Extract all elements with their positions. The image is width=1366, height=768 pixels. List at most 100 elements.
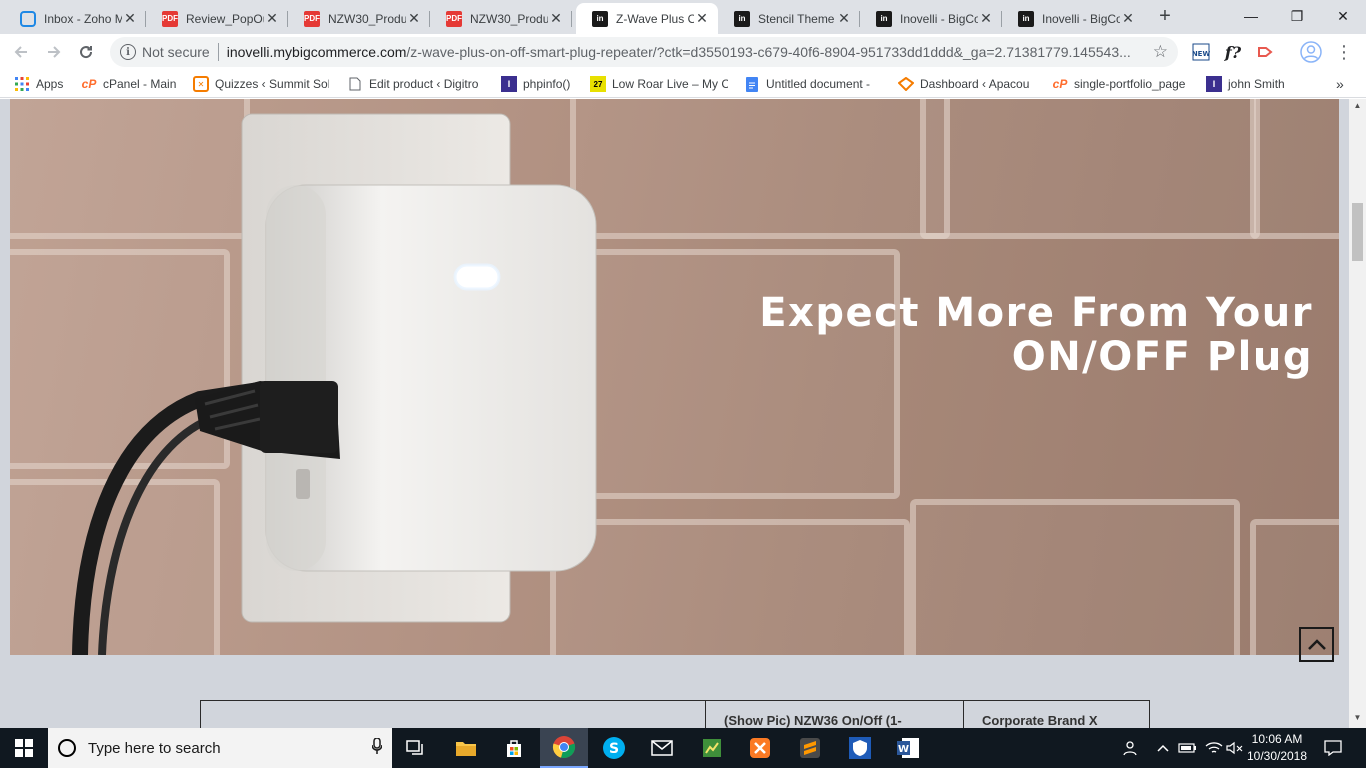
chrome-menu-icon[interactable]: ⋮ [1332,40,1356,64]
back-arrow-icon [14,46,27,58]
bookmark-phpinfo[interactable]: I phpinfo() [501,75,579,93]
people-icon[interactable] [1116,728,1142,768]
scroll-to-top-button[interactable] [1299,627,1334,662]
cpanel-icon: cP [1052,77,1068,91]
page-scrollbar[interactable]: ▲ ▼ [1349,99,1366,728]
inovelli-icon: in [592,10,608,27]
cast-extension-icon[interactable] [1253,40,1277,64]
maximize-button[interactable]: ❐ [1274,0,1320,32]
chevron-up-icon [1307,638,1326,650]
sublime-text-icon[interactable] [786,728,834,768]
browser-tab[interactable]: in Stencil Theme ✕ [718,3,860,34]
microphone-icon[interactable] [362,736,392,759]
system-clock[interactable]: 10:06 AM 10/30/2018 [1242,731,1312,765]
close-tab-icon[interactable]: ✕ [548,10,564,27]
browser-tab[interactable]: PDF NZW30_Product ✕ [430,3,572,34]
zoho-mail-icon [20,10,36,27]
spreadsheet-app-icon[interactable] [688,728,736,768]
formula-extension-icon[interactable]: f? [1221,40,1245,64]
close-tab-icon[interactable]: ✕ [978,10,994,27]
reload-icon [80,46,93,59]
info-icon[interactable]: i [120,44,136,60]
bookmark-dashboard-apacou[interactable]: Dashboard ‹ Apacou [898,75,1036,93]
bookmarks-overflow-icon[interactable]: » [1336,75,1350,93]
security-app-icon[interactable] [836,728,884,768]
tab-title: Z-Wave Plus On [616,11,694,26]
browser-tab[interactable]: Inbox - Zoho Mail ✕ [4,3,146,34]
cpanel-icon: cP [81,77,97,91]
forward-button[interactable] [42,40,66,64]
file-explorer-icon[interactable] [442,728,490,768]
browser-tab[interactable]: PDF NZW30_Product ✕ [288,3,430,34]
start-button[interactable] [0,728,48,768]
security-label: Not secure [142,44,210,60]
bookmarks-bar: Apps cP cPanel - Main ✕ Quizzes ‹ Summit… [0,70,1366,98]
chrome-taskbar-icon[interactable] [540,728,588,768]
close-tab-icon[interactable]: ✕ [1120,10,1136,27]
word-icon[interactable]: W [884,728,932,768]
bookmark-john-smith[interactable]: I john Smith [1206,75,1296,93]
windows-taskbar: Type here to search S W 10:06 AM 10/30/2… [0,728,1366,768]
notifications-icon[interactable] [1318,728,1348,768]
close-tab-icon[interactable]: ✕ [406,10,422,27]
scrollbar-thumb[interactable] [1352,203,1363,261]
close-tab-icon[interactable]: ✕ [694,10,710,27]
mail-icon[interactable] [638,728,686,768]
bookmark-edit-product[interactable]: Edit product ‹ Digitro [347,75,487,93]
tab-title: NZW30_Product [470,11,548,26]
tab-strip: Inbox - Zoho Mail ✕ PDF Review_PopOut ✕ … [0,0,1366,34]
apps-grid-icon [14,76,30,92]
show-hidden-icons-chevron-up-icon[interactable] [1152,728,1174,768]
pdf-icon: PDF [446,10,462,27]
skype-icon[interactable]: S [590,728,638,768]
search-placeholder: Type here to search [88,739,221,757]
clock-time: 10:06 AM [1251,732,1303,746]
browser-tab-active[interactable]: in Z-Wave Plus On ✕ [576,3,718,34]
reload-button[interactable] [74,40,98,64]
table-header-nzw36: (Show Pic) NZW36 On/Off (1- [705,701,963,728]
browser-tab[interactable]: in Inovelli - BigCo ✕ [1002,3,1144,34]
bookmark-star-icon[interactable]: ☆ [1153,42,1168,62]
inovelli-icon: in [876,10,892,27]
bookmark-untitled-doc[interactable]: Untitled document - [744,75,878,93]
close-tab-icon[interactable]: ✕ [836,10,852,27]
task-view-icon[interactable] [392,728,440,768]
xampp-icon[interactable] [736,728,784,768]
close-tab-icon[interactable]: ✕ [122,10,138,27]
tab-title: Inovelli - BigCo [900,11,978,26]
svg-text:W: W [898,744,909,755]
bookmark-apps[interactable]: Apps [14,75,74,93]
browser-tab[interactable]: in Inovelli - BigCo ✕ [860,3,1002,34]
svg-text:S: S [609,741,619,757]
pdf-icon: PDF [162,10,178,27]
scroll-down-arrow-icon[interactable]: ▼ [1349,711,1366,725]
bookmark-single-portfolio[interactable]: cP single-portfolio_page [1052,75,1190,93]
tab-title: Inbox - Zoho Mail [44,11,122,26]
battery-icon[interactable] [1176,728,1200,768]
close-tab-icon[interactable]: ✕ [264,10,280,27]
forward-arrow-icon [48,46,61,58]
taskbar-search[interactable]: Type here to search [48,728,392,768]
wifi-icon[interactable] [1202,728,1226,768]
store-icon[interactable] [490,728,538,768]
bookmark-low-roar[interactable]: 27 Low Roar Live – My C [590,75,728,93]
google-docs-icon [744,76,760,92]
hero-banner: Expect More From Your ON/OFF Plug [10,99,1339,655]
bookmark-cpanel[interactable]: cP cPanel - Main [81,75,181,93]
new-badge: NEW [1192,50,1211,58]
extension-new-icon[interactable]: NEW [1189,40,1213,64]
badge-27-icon: 27 [590,76,606,92]
url-text[interactable]: inovelli.mybigcommerce.com/z-wave-plus-o… [227,44,1137,60]
bookmark-quizzes[interactable]: ✕ Quizzes ‹ Summit Sol [193,75,329,93]
address-bar[interactable]: i Not secure inovelli.mybigcommerce.com/… [110,37,1178,67]
scroll-up-arrow-icon[interactable]: ▲ [1349,99,1366,113]
windows-logo-icon [15,739,33,757]
tab-title: Inovelli - BigCo [1042,11,1120,26]
back-button[interactable] [9,40,33,64]
minimize-button[interactable]: — [1228,0,1274,32]
browser-tab[interactable]: PDF Review_PopOut ✕ [146,3,288,34]
new-tab-button[interactable]: + [1154,6,1176,28]
profile-avatar-icon[interactable] [1299,40,1323,64]
close-window-button[interactable]: ✕ [1320,0,1366,32]
hero-headline-line1: Expect More From Your [759,290,1313,336]
